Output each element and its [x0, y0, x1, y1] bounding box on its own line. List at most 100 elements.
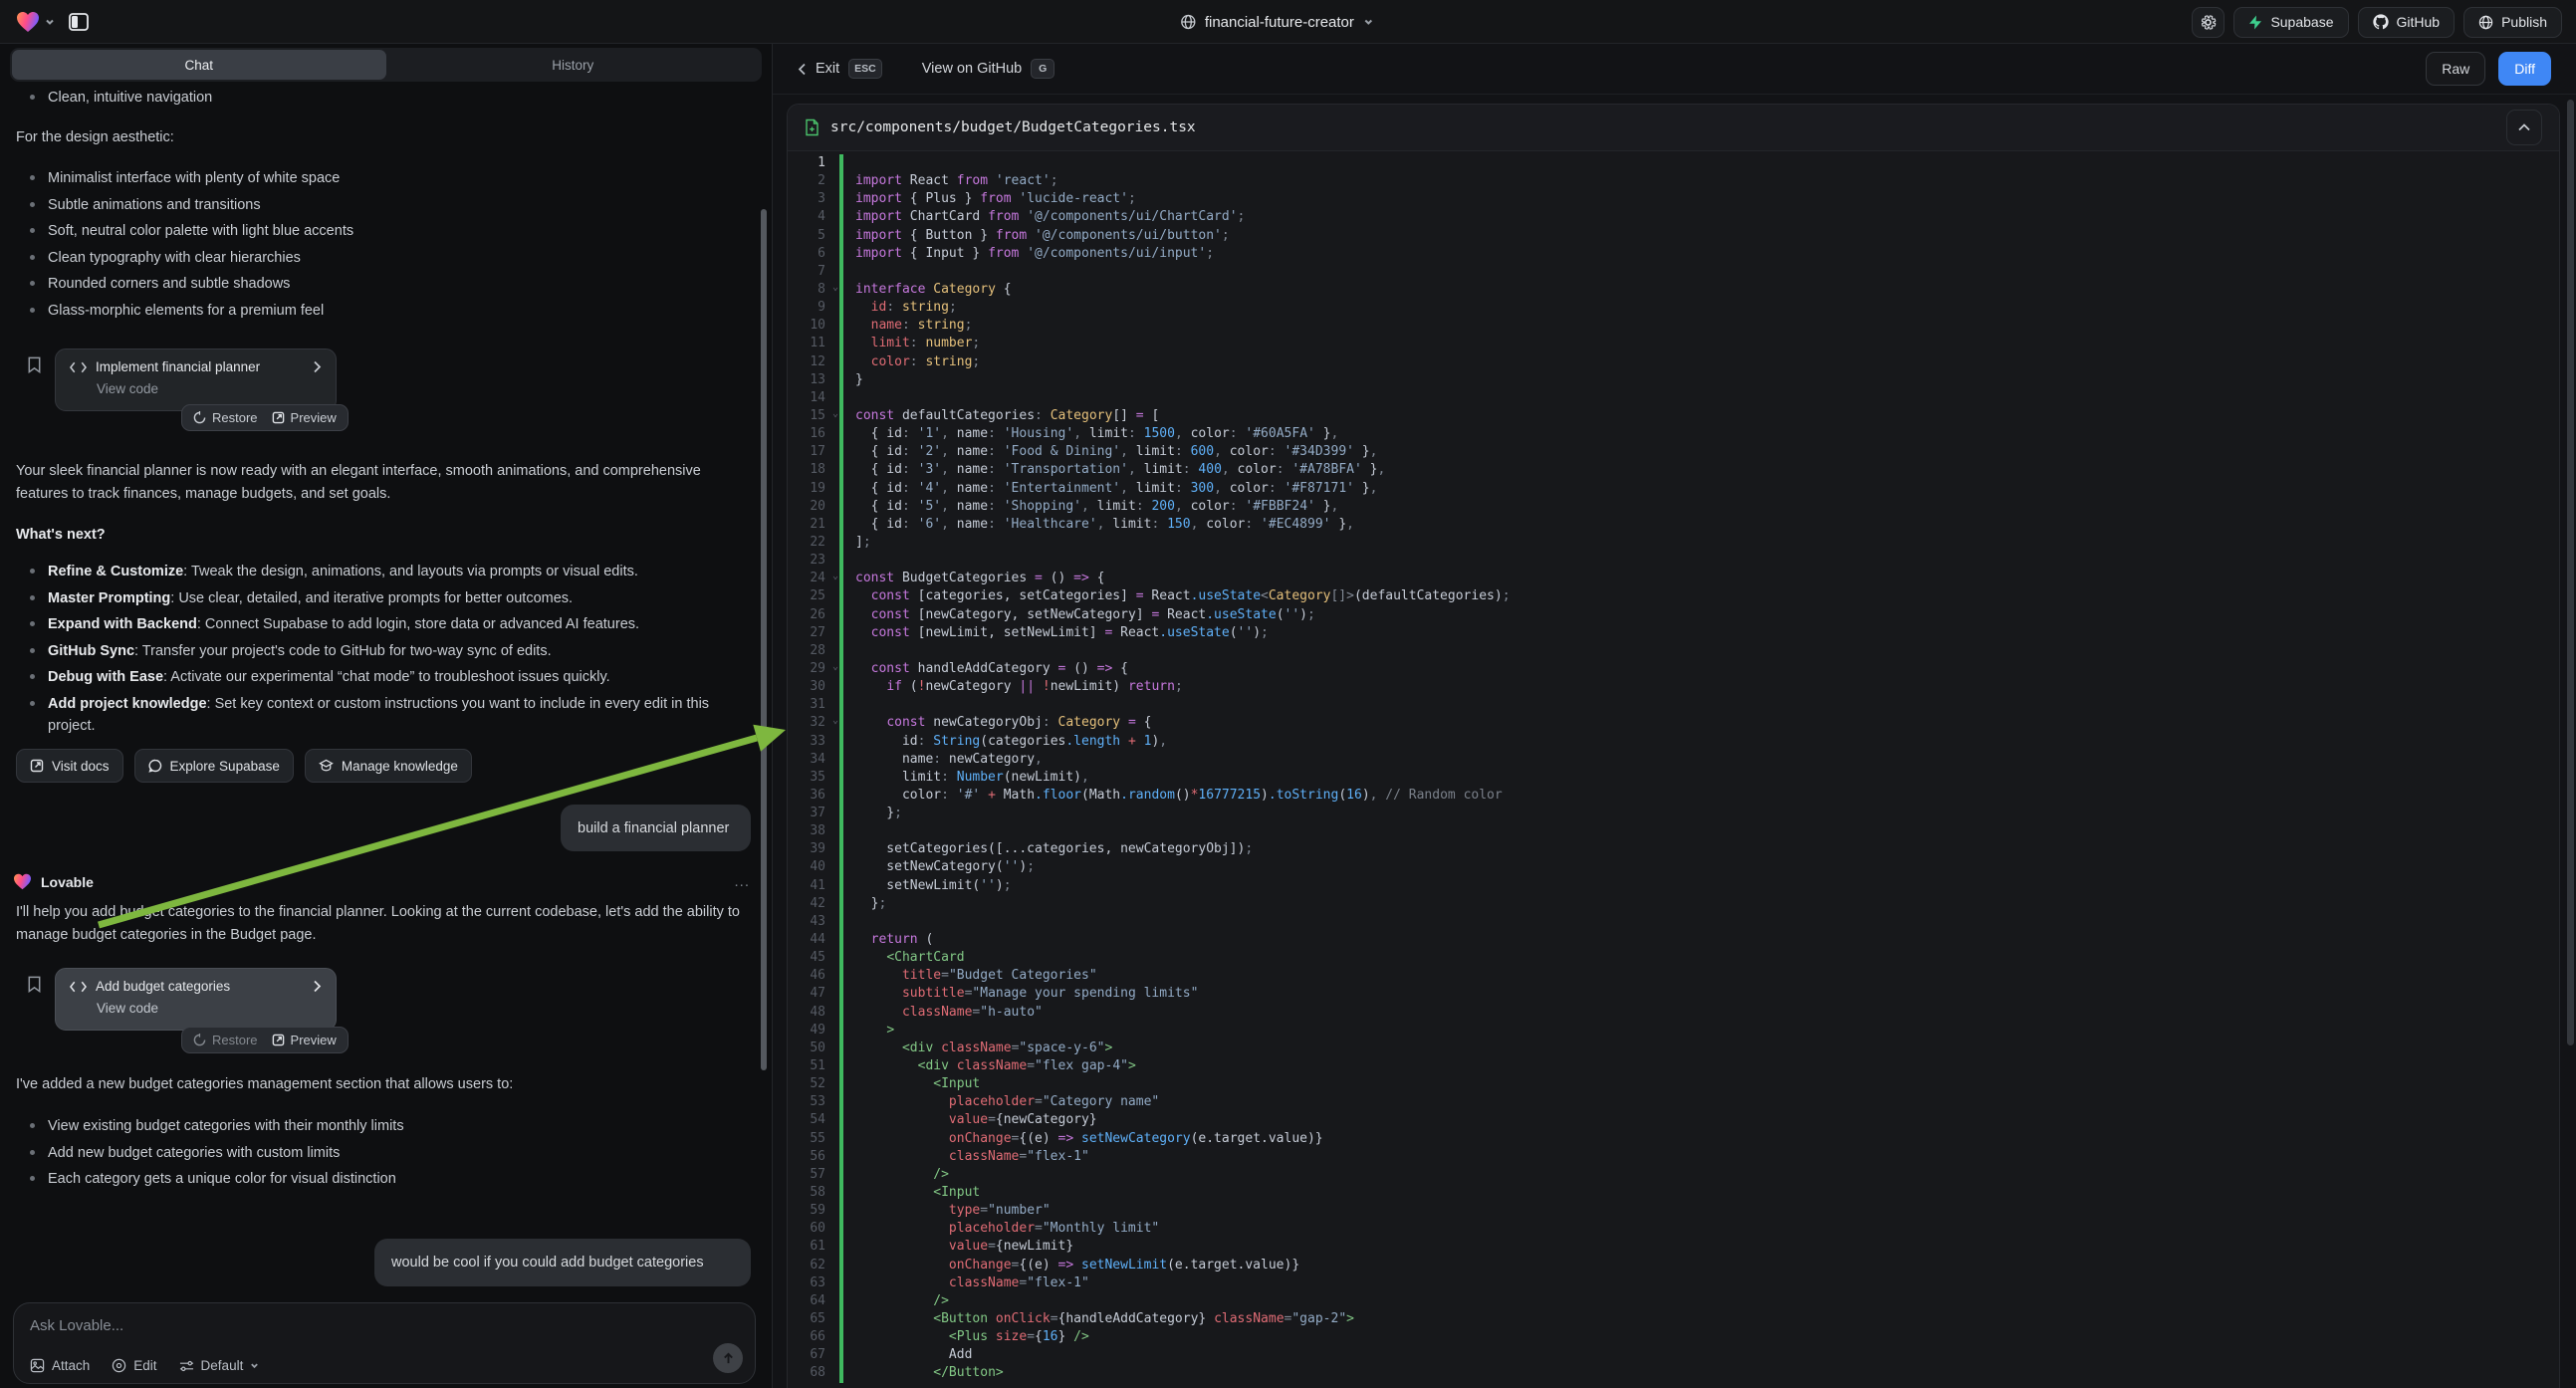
settings-button[interactable]	[2192, 7, 2225, 38]
explore-supabase-button[interactable]: Explore Supabase	[134, 749, 294, 783]
code-line: 19 { id: '4', name: 'Entertainment', lim…	[788, 480, 2559, 498]
quick-actions-row: Visit docs Explore Supabase Manage knowl…	[16, 749, 472, 783]
chevron-up-icon	[2518, 123, 2530, 131]
list-item: Expand with Backend: Connect Supabase to…	[30, 611, 747, 638]
lovable-logo-menu[interactable]	[16, 11, 55, 33]
code-line: 16 { id: '1', name: 'Housing', limit: 15…	[788, 425, 2559, 443]
code-line: 52 <Input	[788, 1075, 2559, 1093]
code-line: 37 };	[788, 805, 2559, 822]
window-scrollbar[interactable]	[2567, 100, 2574, 1045]
github-button[interactable]: GitHub	[2358, 7, 2456, 38]
restore-button[interactable]: Restore	[193, 410, 258, 425]
visit-docs-button[interactable]: Visit docs	[16, 749, 123, 783]
chat-input[interactable]: Ask Lovable...	[30, 1317, 739, 1334]
file-card-header[interactable]: src/components/budget/BudgetCategories.t…	[788, 105, 2559, 151]
chevron-right-icon	[313, 360, 322, 373]
raw-toggle-button[interactable]: Raw	[2426, 52, 2485, 86]
edit-card-add-budget-categories[interactable]: Add budget categories View code	[55, 968, 337, 1031]
code-line: 47 subtitle="Manage your spending limits…	[788, 985, 2559, 1003]
design-intro: For the design aesthetic:	[16, 126, 755, 149]
assistant-summary: Your sleek financial planner is now read…	[16, 460, 755, 506]
code-line: 14	[788, 389, 2559, 407]
edit-mode-button[interactable]: Edit	[112, 1358, 156, 1373]
code-line: 50 <div className="space-y-6">	[788, 1040, 2559, 1057]
code-line: 63 className="flex-1"	[788, 1274, 2559, 1292]
code-line: 40 setNewCategory('');	[788, 858, 2559, 876]
code-line: 26 const [newCategory, setNewCategory] =…	[788, 606, 2559, 624]
code-line: 45 <ChartCard	[788, 949, 2559, 967]
list-item: Rounded corners and subtle shadows	[30, 271, 747, 298]
preview-button[interactable]: Preview	[272, 1033, 337, 1047]
list-item: Soft, neutral color palette with light b…	[30, 218, 747, 245]
code-line: 61 value={newLimit}	[788, 1238, 2559, 1256]
code-line: 64 />	[788, 1292, 2559, 1310]
code-line: 58 <Input	[788, 1184, 2559, 1202]
view-on-github-button[interactable]: View on GitHub G	[922, 59, 1054, 79]
view-code-link[interactable]: View code	[97, 1001, 322, 1016]
chat-scrollbar[interactable]	[761, 209, 767, 1070]
message-menu-button[interactable]: ...	[734, 873, 750, 890]
code-line: 18 { id: '3', name: 'Transportation', li…	[788, 461, 2559, 479]
preview-button[interactable]: Preview	[272, 410, 337, 425]
code-line: 24⌄const BudgetCategories = () => {	[788, 570, 2559, 587]
send-button[interactable]	[713, 1343, 743, 1373]
added-bullet-list: View existing budget categories with the…	[30, 1113, 747, 1193]
code-line: 21 { id: '6', name: 'Healthcare', limit:…	[788, 516, 2559, 534]
view-code-link[interactable]: View code	[97, 381, 322, 396]
bookmark-icon[interactable]	[26, 356, 43, 373]
esc-keycap: ESC	[848, 59, 882, 79]
code-line: 32⌄ const newCategoryObj: Category = {	[788, 714, 2559, 732]
attach-button[interactable]: Attach	[30, 1358, 90, 1373]
partial-bullet-list: Clean, intuitive navigation	[30, 85, 747, 112]
restore-button[interactable]: Restore	[193, 1033, 258, 1047]
list-item: Refine & Customize: Tweak the design, an…	[30, 559, 747, 585]
code-view-header: Exit ESC View on GitHub G Raw Diff	[773, 44, 2576, 95]
lovable-avatar-heart-icon	[13, 873, 32, 890]
lovable-heart-icon	[16, 11, 40, 33]
list-item: Each category gets a unique color for vi…	[30, 1166, 747, 1193]
model-selector[interactable]: Default	[179, 1358, 260, 1373]
chat-composer[interactable]: Ask Lovable... Attach Edit Default	[13, 1302, 756, 1384]
code-line: 34 name: newCategory,	[788, 751, 2559, 769]
publish-button[interactable]: Publish	[2463, 7, 2562, 38]
user-message-bubble: would be cool if you could add budget ca…	[374, 1239, 751, 1286]
external-link-icon	[272, 1034, 285, 1046]
panel-toggle-icon[interactable]	[69, 13, 89, 31]
code-editor[interactable]: 12import React from 'react';3import { Pl…	[788, 151, 2559, 1388]
external-link-icon	[30, 759, 44, 773]
code-line: 68 </Button>	[788, 1364, 2559, 1382]
tab-chat[interactable]: Chat	[12, 50, 386, 80]
code-line: 56 className="flex-1"	[788, 1148, 2559, 1166]
code-line: 5import { Button } from '@/components/ui…	[788, 227, 2559, 245]
edit-card-implement-planner[interactable]: Implement financial planner View code	[55, 348, 337, 411]
user-message-bubble: build a financial planner	[561, 805, 751, 851]
code-line: 8⌄interface Category {	[788, 281, 2559, 299]
code-line: 49 >	[788, 1022, 2559, 1040]
code-line: 23	[788, 552, 2559, 570]
bookmark-icon[interactable]	[26, 976, 43, 993]
supabase-button[interactable]: Supabase	[2233, 7, 2348, 38]
code-line: 15⌄const defaultCategories: Category[] =…	[788, 407, 2559, 425]
list-item: Clean typography with clear hierarchies	[30, 245, 747, 272]
code-line: 33 id: String(categories.length + 1),	[788, 733, 2559, 751]
list-item: Glass-morphic elements for a premium fee…	[30, 298, 747, 325]
code-line: 3import { Plus } from 'lucide-react';	[788, 190, 2559, 208]
code-line: 39 setCategories([...categories, newCate…	[788, 840, 2559, 858]
manage-knowledge-button[interactable]: Manage knowledge	[305, 749, 472, 783]
list-item: Debug with Ease: Activate our experiment…	[30, 664, 747, 691]
tab-history[interactable]: History	[386, 50, 761, 80]
exit-button[interactable]: Exit ESC	[798, 59, 882, 79]
collapse-file-button[interactable]	[2506, 110, 2542, 145]
top-bar: financial-future-creator Supabase GitHub…	[0, 0, 2576, 44]
project-switcher[interactable]: financial-future-creator	[1180, 0, 1373, 44]
code-line: 48 className="h-auto"	[788, 1004, 2559, 1022]
code-lines: 12import React from 'react';3import { Pl…	[788, 154, 2559, 1383]
list-item: Add new budget categories with custom li…	[30, 1140, 747, 1167]
code-line: 31	[788, 696, 2559, 714]
list-item: Master Prompting: Use clear, detailed, a…	[30, 585, 747, 612]
code-line: 41 setNewLimit('');	[788, 877, 2559, 895]
diff-toggle-button[interactable]: Diff	[2498, 52, 2551, 86]
code-line: 17 { id: '2', name: 'Food & Dining', lim…	[788, 443, 2559, 461]
restore-preview-pill: Restore Preview	[181, 1027, 349, 1053]
list-item: Minimalist interface with plenty of whit…	[30, 165, 747, 192]
